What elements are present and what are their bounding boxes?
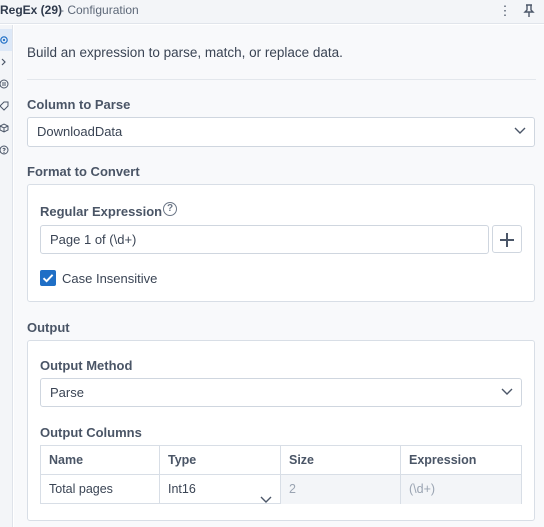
output-method-select[interactable]: Parse	[40, 378, 522, 407]
column-to-parse-select[interactable]: DownloadData	[27, 117, 535, 147]
pin-icon[interactable]	[520, 1, 538, 21]
regular-expression-input[interactable]: Page 1 of (\d+)	[40, 225, 489, 254]
column-to-parse-label: Column to Parse	[27, 97, 131, 112]
column-header-type: Type	[160, 446, 281, 475]
tag-icon[interactable]	[0, 101, 9, 111]
help-circle-icon[interactable]	[0, 145, 9, 155]
output-method-value: Parse	[50, 385, 84, 400]
settings-gear-icon[interactable]	[0, 35, 9, 45]
output-columns-table: Name Type Size Expression Total pages In…	[40, 445, 522, 504]
intro-text: Build an expression to parse, match, or …	[27, 45, 343, 60]
case-insensitive-checkbox[interactable]	[40, 270, 56, 286]
window-subtitle: - Configuration	[60, 3, 139, 17]
regular-expression-label: Regular Expression	[40, 204, 163, 219]
cell-type-select[interactable]: Int16	[160, 475, 281, 504]
cell-type-value: Int16	[168, 482, 196, 496]
add-expression-button[interactable]	[492, 225, 522, 253]
table-row: Total pages Int16 2 (\d+)	[41, 475, 521, 504]
cell-expression: (\d+)	[401, 475, 521, 504]
output-columns-label: Output Columns	[40, 425, 142, 440]
help-icon[interactable]: ?	[163, 202, 177, 216]
connections-icon[interactable]	[0, 79, 9, 89]
code-brackets-icon[interactable]	[0, 57, 9, 67]
format-to-convert-label: Format to Convert	[27, 164, 140, 179]
cell-size: 2	[281, 475, 401, 504]
output-method-label: Output Method	[40, 358, 133, 373]
column-header-expression: Expression	[409, 453, 477, 467]
chevron-down-icon	[514, 127, 526, 135]
cell-name[interactable]: Total pages	[41, 475, 160, 504]
chevron-down-icon	[501, 388, 513, 396]
window-titlebar: RegEx (29) - Configuration ⋮	[0, 0, 544, 24]
column-to-parse-value: DownloadData	[37, 124, 123, 139]
left-icon-rail	[0, 25, 13, 527]
table-header-row: Name Type Size Expression	[41, 446, 521, 475]
output-label: Output	[27, 320, 70, 335]
column-header-size: Size	[281, 446, 401, 475]
window-title: RegEx (29)	[0, 3, 63, 17]
case-insensitive-label: Case Insensitive	[62, 271, 158, 286]
section-divider	[27, 79, 536, 80]
checkmark-icon	[42, 274, 54, 283]
column-header-name: Name	[41, 446, 160, 475]
more-vertical-icon[interactable]: ⋮	[496, 1, 514, 21]
package-icon[interactable]	[0, 123, 9, 133]
chevron-down-icon	[260, 486, 272, 503]
